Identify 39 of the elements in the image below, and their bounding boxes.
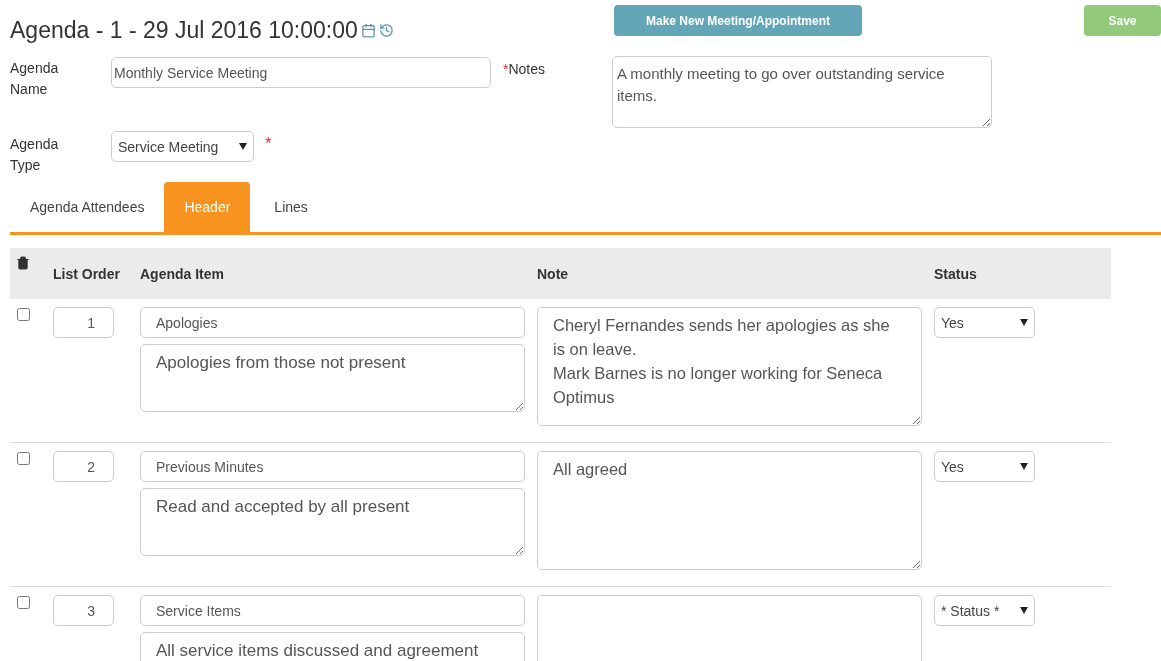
status-select[interactable]: Yes [934, 451, 1035, 482]
status-select[interactable]: * Status * [934, 595, 1035, 626]
column-header: Status [934, 266, 978, 282]
field-label: Notes [508, 61, 546, 77]
row-checkbox[interactable] [17, 596, 30, 609]
caret-icon [1020, 607, 1028, 614]
note-field[interactable]: Cheryl Fernandes sends her apologies as she is on leave. Mark Barnes is no longer working for Seneca Optimus [537, 307, 922, 426]
notes-field[interactable]: A monthly meeting to go over outstanding service items. [612, 56, 992, 128]
page-title: Agenda - 1 - 29 Jul 2016 10:00:00 [10, 17, 358, 44]
history-icon[interactable] [378, 23, 394, 38]
item-description-field[interactable]: Read and accepted by all present [140, 488, 525, 556]
order-field[interactable]: 2 [53, 451, 114, 482]
order-field[interactable]: 1 [53, 307, 114, 338]
tab[interactable]: Agenda Attendees [10, 182, 165, 232]
order-field[interactable]: 3 [53, 595, 114, 626]
column-header: List Order [53, 266, 121, 282]
item-title-field[interactable]: Service Items [140, 595, 525, 626]
status-select[interactable]: Yes [934, 307, 1035, 338]
note-field[interactable]: All agreed [537, 451, 922, 570]
agenda-type-select[interactable]: Service Meeting [111, 131, 254, 162]
column-header: Note [537, 266, 570, 282]
caret-icon [1020, 319, 1028, 326]
required-marker: * [503, 61, 509, 77]
item-title-field[interactable]: Previous Minutes [140, 451, 525, 482]
item-title-field[interactable]: Apologies [140, 307, 525, 338]
column-header: Agenda Item [140, 266, 225, 282]
row-checkbox[interactable] [17, 452, 30, 465]
calendar-icon[interactable] [360, 23, 376, 38]
row-checkbox[interactable] [17, 308, 30, 321]
item-description-field[interactable]: All service items discussed and agreement [140, 632, 525, 661]
caret-icon [1020, 463, 1028, 470]
field-label: Agenda Name [10, 59, 60, 99]
item-description-field[interactable]: Apologies from those not present [140, 344, 525, 412]
caret-icon [239, 143, 247, 150]
required-marker: * [265, 134, 272, 154]
tab[interactable]: Lines [254, 182, 328, 232]
trash-icon[interactable] [16, 256, 30, 270]
field-label: Agenda Type [10, 135, 60, 175]
agenda-name-field[interactable]: Monthly Service Meeting [111, 57, 491, 88]
